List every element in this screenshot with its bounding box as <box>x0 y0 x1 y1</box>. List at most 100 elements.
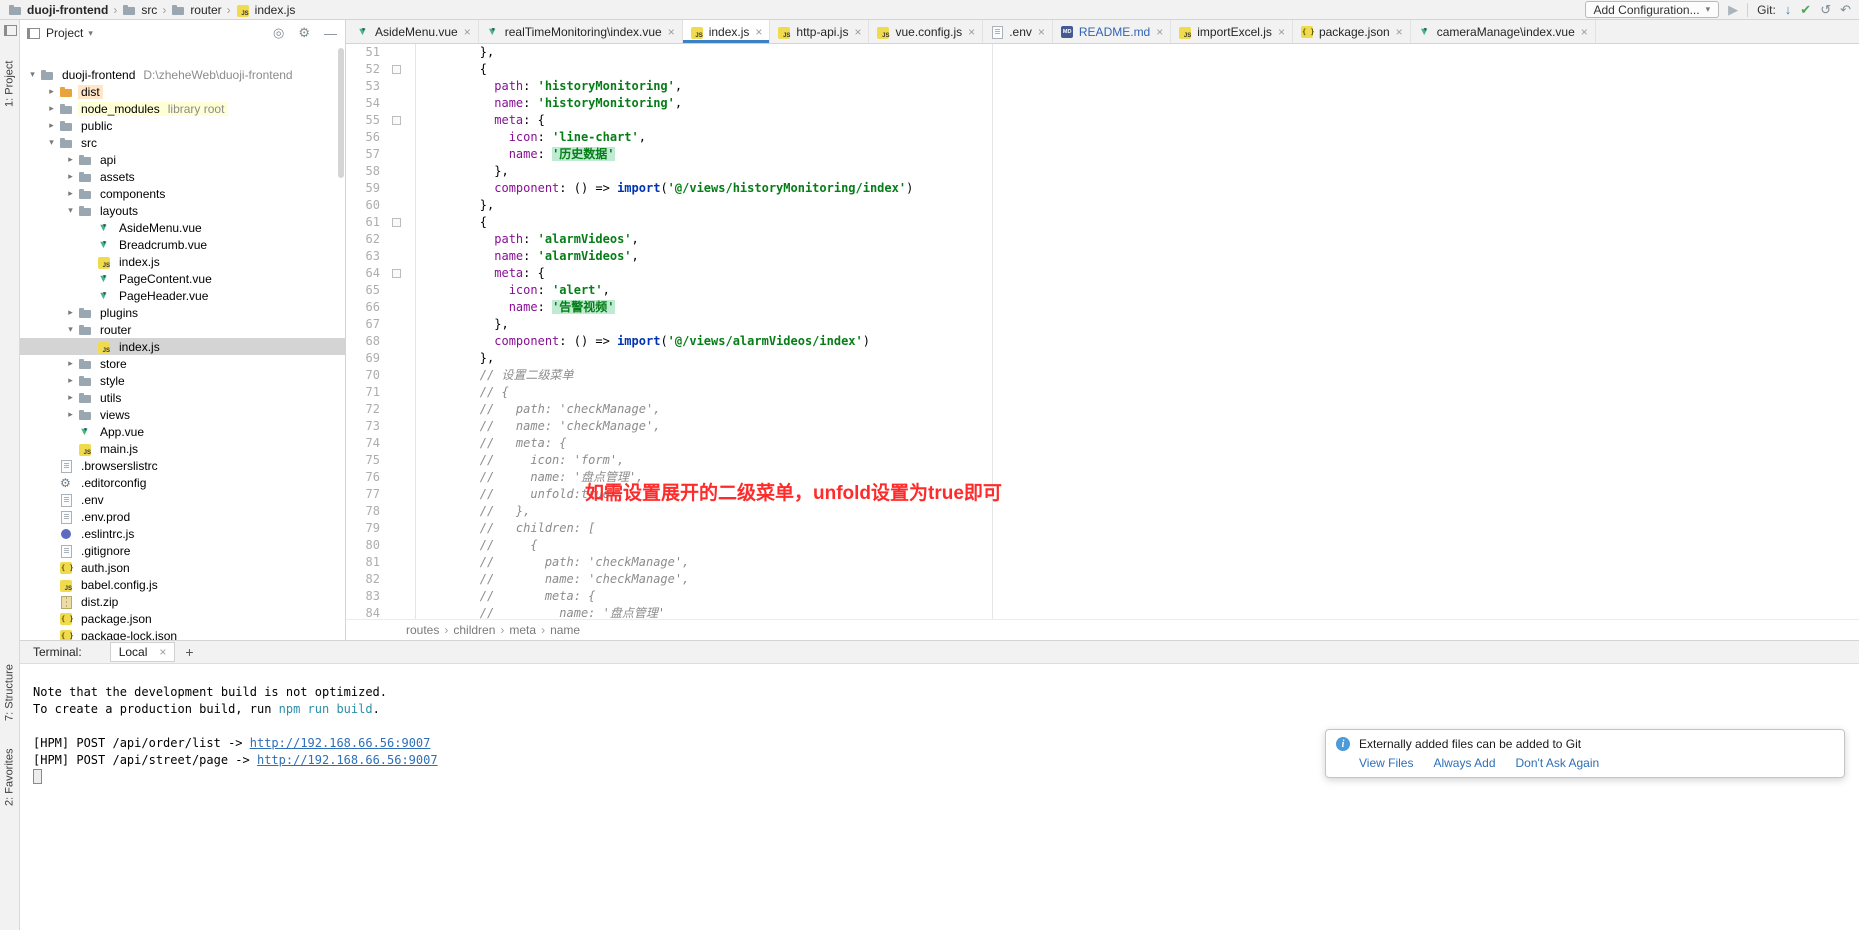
editor-tab[interactable]: README.md× <box>1053 20 1171 43</box>
code-line[interactable]: // { <box>422 537 1859 554</box>
tree-item[interactable]: PageContent.vue <box>19 270 345 287</box>
chevron-down-icon[interactable]: ▾ <box>25 69 40 80</box>
code-line[interactable]: // meta: { <box>422 435 1859 452</box>
close-icon[interactable]: × <box>464 25 471 39</box>
code-line[interactable]: }, <box>422 350 1859 367</box>
code-line[interactable]: // path: 'checkManage', <box>422 401 1859 418</box>
chevron-down-icon[interactable]: ▾ <box>44 137 59 148</box>
tree-item[interactable]: AsideMenu.vue <box>19 219 345 236</box>
tree-item[interactable]: .env.prod <box>19 508 345 525</box>
close-icon[interactable]: × <box>968 25 975 39</box>
scrollbar-thumb[interactable] <box>338 48 344 178</box>
close-icon[interactable]: × <box>1581 25 1588 39</box>
chevron-right-icon[interactable]: ▸ <box>63 392 78 403</box>
editor-tab[interactable]: realTimeMonitoring\index.vue× <box>479 20 683 43</box>
git-update-icon[interactable]: ↓ <box>1785 3 1792 16</box>
code-editor[interactable]: 5152535455565758596061626364656667686970… <box>346 44 1859 620</box>
terminal-link[interactable]: http://192.168.66.56:9007 <box>257 753 438 767</box>
notification-action-link[interactable]: View Files <box>1359 756 1413 770</box>
editor-tab[interactable]: index.js× <box>683 20 771 43</box>
hide-panel-icon[interactable]: — <box>324 26 337 41</box>
tree-item[interactable]: ▾layouts <box>19 202 345 219</box>
tree-item[interactable]: ▸node_moduleslibrary root <box>19 100 345 117</box>
close-icon[interactable]: × <box>668 25 675 39</box>
tree-item[interactable]: index.js <box>19 253 345 270</box>
code-line[interactable]: // children: [ <box>422 520 1859 537</box>
editor-tab[interactable]: cameraManage\index.vue× <box>1411 20 1596 43</box>
nav-breadcrumb-item[interactable]: src <box>122 3 157 17</box>
code-line[interactable]: // name: 'checkManage', <box>422 571 1859 588</box>
notification-action-link[interactable]: Always Add <box>1433 756 1495 770</box>
code-line[interactable]: // 设置二级菜单 <box>422 367 1859 384</box>
code-line[interactable]: // path: 'checkManage', <box>422 554 1859 571</box>
code-line[interactable]: // icon: 'form', <box>422 452 1859 469</box>
code-line[interactable]: // { <box>422 384 1859 401</box>
fold-marker-icon[interactable] <box>392 65 401 74</box>
close-icon[interactable]: × <box>1038 25 1045 39</box>
nav-breadcrumb-item[interactable]: index.js <box>236 3 296 17</box>
chevron-right-icon[interactable]: ▸ <box>63 154 78 165</box>
chevron-right-icon[interactable]: ▸ <box>44 86 59 97</box>
close-icon[interactable]: × <box>1278 25 1285 39</box>
tree-item[interactable]: package.json <box>19 610 345 627</box>
chevron-right-icon[interactable]: ▸ <box>44 103 59 114</box>
tree-item[interactable]: .gitignore <box>19 542 345 559</box>
code-line[interactable]: path: 'alarmVideos', <box>422 231 1859 248</box>
project-view-selector[interactable]: Project ▾ <box>46 26 93 40</box>
tool-window-button[interactable]: 2: Favorites <box>0 734 19 820</box>
editor-tab[interactable]: .env× <box>983 20 1053 43</box>
code-line[interactable]: // name: 'checkManage', <box>422 418 1859 435</box>
code-line[interactable]: // name: '盘点管理' <box>422 605 1859 620</box>
tree-item[interactable]: ▸assets <box>19 168 345 185</box>
tree-item[interactable]: ▸plugins <box>19 304 345 321</box>
tree-item[interactable]: ▾src <box>19 134 345 151</box>
notification-action-link[interactable]: Don't Ask Again <box>1516 756 1600 770</box>
code-line[interactable]: path: 'historyMonitoring', <box>422 78 1859 95</box>
tree-item[interactable]: ▸components <box>19 185 345 202</box>
chevron-right-icon[interactable]: ▸ <box>44 120 59 131</box>
chevron-down-icon[interactable]: ▾ <box>63 324 78 335</box>
chevron-right-icon[interactable]: ▸ <box>63 171 78 182</box>
code-line[interactable]: icon: 'alert', <box>422 282 1859 299</box>
tree-item[interactable]: ▸public <box>19 117 345 134</box>
tree-item[interactable]: PageHeader.vue <box>19 287 345 304</box>
code-line[interactable]: }, <box>422 197 1859 214</box>
code-line[interactable]: name: 'alarmVideos', <box>422 248 1859 265</box>
code-line[interactable]: // meta: { <box>422 588 1859 605</box>
nav-breadcrumb-item[interactable]: router <box>171 3 221 17</box>
close-icon[interactable]: × <box>159 645 166 659</box>
git-commit-icon[interactable]: ✔ <box>1800 3 1811 16</box>
fold-marker-icon[interactable] <box>392 269 401 278</box>
tree-item[interactable]: App.vue <box>19 423 345 440</box>
code-line[interactable]: { <box>422 61 1859 78</box>
editor-tab[interactable]: http-api.js× <box>770 20 869 43</box>
tree-item[interactable]: Breadcrumb.vue <box>19 236 345 253</box>
run-icon[interactable]: ▶ <box>1728 3 1738 16</box>
editor-tab[interactable]: importExcel.js× <box>1171 20 1293 43</box>
terminal-tab-local[interactable]: Local × <box>110 642 176 662</box>
code-line[interactable]: { <box>422 214 1859 231</box>
code-line[interactable]: // }, <box>422 503 1859 520</box>
locate-file-icon[interactable]: ◎ <box>273 25 284 41</box>
code-line[interactable]: component: () => import('@/views/alarmVi… <box>422 333 1859 350</box>
code-line[interactable]: name: 'historyMonitoring', <box>422 95 1859 112</box>
tree-item[interactable]: index.js <box>19 338 345 355</box>
breadcrumb-item[interactable]: name <box>550 623 580 637</box>
editor-tab[interactable]: AsideMenu.vue× <box>349 20 479 43</box>
tree-item[interactable]: ▾router <box>19 321 345 338</box>
tree-item[interactable]: auth.json <box>19 559 345 576</box>
new-terminal-button[interactable]: + <box>185 644 193 660</box>
breadcrumb-item[interactable]: routes <box>406 623 439 637</box>
code-line[interactable]: icon: 'line-chart', <box>422 129 1859 146</box>
chevron-right-icon[interactable]: ▸ <box>63 375 78 386</box>
chevron-right-icon[interactable]: ▸ <box>63 307 78 318</box>
tree-item[interactable]: ▸utils <box>19 389 345 406</box>
fold-marker-icon[interactable] <box>392 116 401 125</box>
git-history-icon[interactable]: ↺ <box>1820 3 1831 16</box>
code-line[interactable]: name: '告警视频' <box>422 299 1859 316</box>
tree-item[interactable]: ▾duoji-frontendD:\zheheWeb\duoji-fronten… <box>19 66 345 83</box>
tool-window-button[interactable]: 1: Project <box>0 44 19 124</box>
editor-tab[interactable]: package.json× <box>1293 20 1411 43</box>
tree-item[interactable]: ▸dist <box>19 83 345 100</box>
terminal-link[interactable]: http://192.168.66.56:9007 <box>250 736 431 750</box>
